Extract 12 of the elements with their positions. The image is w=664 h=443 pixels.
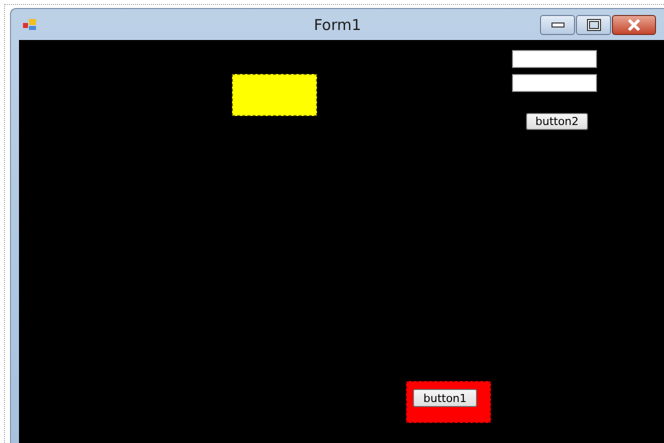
form-button[interactable]: button2 — [526, 113, 588, 130]
close-button[interactable] — [612, 14, 656, 34]
window-title: Form1 — [314, 16, 362, 34]
form-button[interactable]: button1 — [413, 389, 477, 407]
app-icon — [23, 18, 37, 32]
text-field[interactable] — [512, 74, 597, 92]
text-field[interactable] — [512, 50, 597, 68]
close-icon — [626, 18, 642, 32]
maximize-button[interactable] — [576, 14, 611, 34]
minimize-button[interactable] — [540, 14, 575, 34]
maximize-icon — [586, 18, 600, 30]
minimize-icon — [550, 22, 564, 28]
